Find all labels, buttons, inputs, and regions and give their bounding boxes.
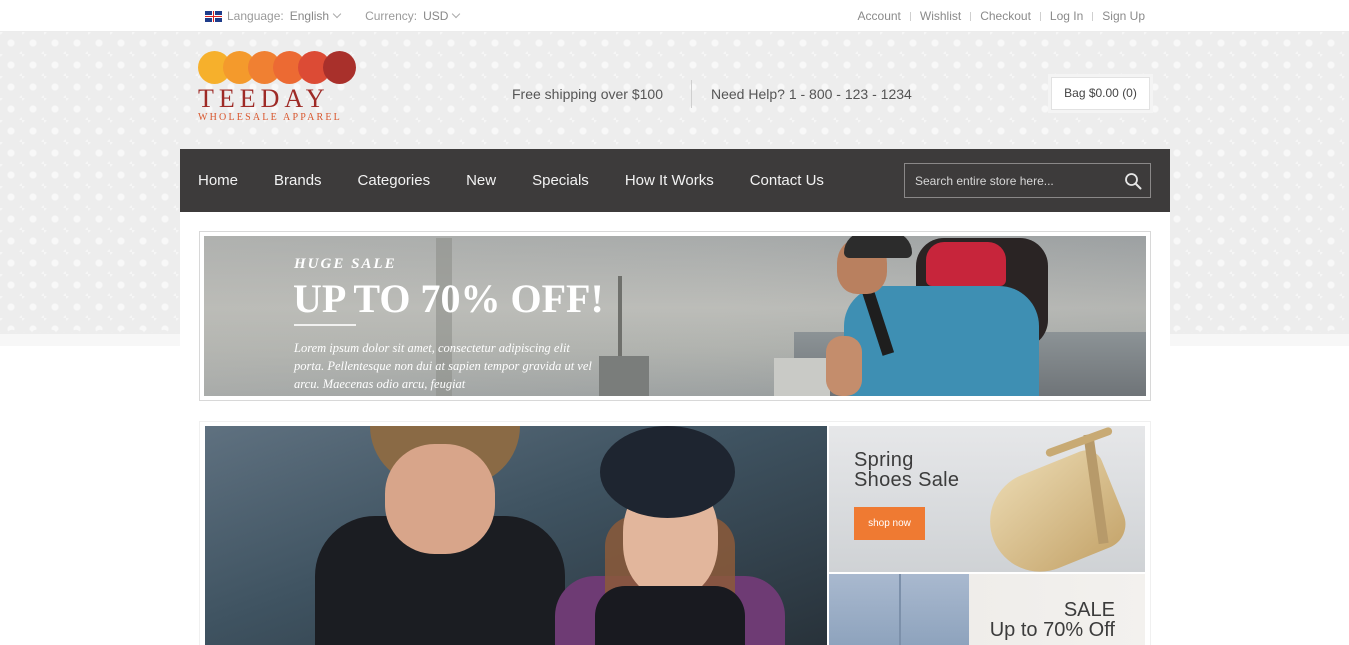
divider	[1092, 11, 1094, 21]
locale-selectors: Language: English Currency: USD	[205, 9, 461, 23]
signup-link[interactable]: Sign Up	[1102, 9, 1145, 23]
promo-shoes-title: Spring Shoes Sale	[854, 450, 959, 490]
nav-item-categories[interactable]: Categories	[358, 172, 431, 189]
nav-menu: Home Brands Categories New Specials How …	[198, 149, 860, 212]
divider	[1039, 11, 1041, 21]
promo-sale-title: SALE Up to 70% Off	[990, 600, 1115, 640]
nav-item-home[interactable]: Home	[198, 172, 238, 189]
currency-dropdown[interactable]: USD	[423, 9, 461, 23]
wishlist-link[interactable]: Wishlist	[920, 9, 961, 23]
hero-banner[interactable]: HUGE SALE UP TO 70% OFF! Lorem ipsum dol…	[199, 231, 1151, 401]
shipping-info: Free shipping over $100	[512, 86, 663, 102]
hero-image: HUGE SALE UP TO 70% OFF! Lorem ipsum dol…	[204, 236, 1146, 396]
logo-dot	[323, 51, 356, 84]
hero-title: UP TO 70% OFF!	[293, 276, 604, 321]
login-link[interactable]: Log In	[1050, 9, 1083, 23]
nav-item-specials[interactable]: Specials	[532, 172, 589, 189]
currency-label: Currency:	[365, 9, 418, 23]
promo-sale-line2: Up to 70% Off	[989, 619, 1115, 641]
shopping-bag-button[interactable]: Bag $0.00 (0)	[1051, 77, 1150, 110]
shop-now-button[interactable]: shop now	[854, 507, 925, 540]
chevron-down-icon	[452, 9, 461, 19]
language-label: Language:	[227, 9, 284, 23]
promo-shoes-sale[interactable]: Spring Shoes Sale shop now	[829, 426, 1145, 572]
promo-sale[interactable]: SALE Up to 70% Off	[829, 574, 1145, 645]
currency-value: USD	[423, 9, 449, 23]
search-icon[interactable]	[1124, 172, 1142, 190]
shirt-image	[829, 574, 969, 645]
hero-kicker: HUGE SALE	[294, 256, 397, 272]
divider	[970, 11, 972, 21]
top-utility-bar: Language: English Currency: USD Account …	[0, 0, 1349, 32]
divider	[691, 80, 692, 108]
nav-item-how-it-works[interactable]: How It Works	[625, 172, 714, 189]
hero-divider	[294, 324, 356, 326]
hero-description: Lorem ipsum dolor sit amet, consectetur …	[294, 341, 592, 391]
promo-main-image[interactable]	[205, 426, 827, 645]
nav-item-brands[interactable]: Brands	[274, 172, 322, 189]
promo-shoes-line2: Shoes Sale	[854, 469, 960, 491]
logo-dots-icon	[198, 51, 360, 84]
account-link[interactable]: Account	[858, 9, 901, 23]
account-links: Account Wishlist Checkout Log In Sign Up	[858, 9, 1145, 23]
logo-tagline: WHOLESALE APPAREL	[198, 112, 342, 123]
help-phone: Need Help? 1 - 800 - 123 - 1234	[711, 86, 912, 102]
search-box	[904, 163, 1151, 198]
promo-sale-line1: SALE	[1063, 599, 1115, 621]
model-image	[385, 444, 495, 554]
promo-shoes-line1: Spring	[854, 449, 914, 471]
chevron-down-icon	[332, 9, 342, 19]
search-input[interactable]	[905, 164, 1115, 197]
divider	[909, 11, 911, 21]
logo-name: TEEDAY	[198, 84, 330, 113]
uk-flag-icon	[205, 10, 222, 22]
checkout-link[interactable]: Checkout	[980, 9, 1031, 23]
shoe-image	[975, 445, 1133, 572]
site-logo[interactable]: TEEDAY WHOLESALE APPAREL	[198, 51, 360, 131]
language-dropdown[interactable]: English	[289, 9, 342, 23]
main-navigation: Home Brands Categories New Specials How …	[180, 149, 1170, 212]
nav-item-new[interactable]: New	[466, 172, 496, 189]
nav-item-contact-us[interactable]: Contact Us	[750, 172, 824, 189]
language-value: English	[289, 9, 330, 23]
